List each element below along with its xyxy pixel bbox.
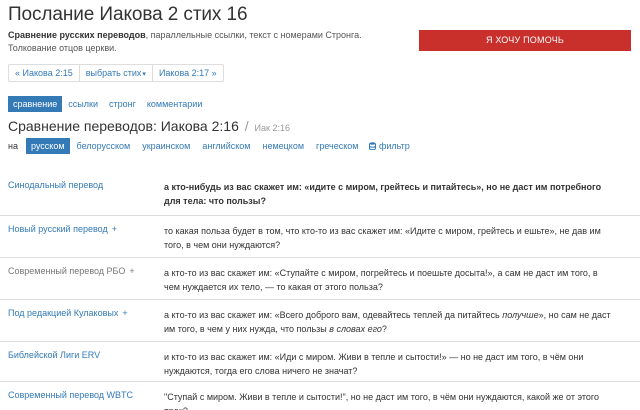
lang-german[interactable]: немецком bbox=[257, 138, 309, 154]
lang-belarusian[interactable]: белорусском bbox=[72, 138, 136, 154]
verse-pager: « Иакова 2:15 выбрать стих▾ Иакова 2:17 … bbox=[8, 64, 224, 82]
text-part: а кто-то из вас скажет им: «Всего доброг… bbox=[164, 310, 503, 320]
page-title: Послание Иакова 2 стих 16 bbox=[8, 4, 248, 25]
text-part: ? bbox=[381, 324, 387, 334]
select-verse-dropdown[interactable]: выбрать стих▾ bbox=[80, 65, 153, 81]
lang-greek[interactable]: греческом bbox=[311, 138, 363, 154]
view-tabs: сравнение ссылки стронг комментарии bbox=[8, 96, 207, 112]
translation-name: Новый русский перевод bbox=[8, 224, 108, 234]
tab-compare[interactable]: сравнение bbox=[8, 96, 63, 112]
next-verse-link[interactable]: Иакова 2:17 » bbox=[153, 65, 223, 81]
tab-links[interactable]: ссылки bbox=[63, 96, 103, 112]
filter-icon bbox=[369, 142, 377, 151]
subtitle-rest: , параллельные ссылки, текст с номерами … bbox=[145, 30, 362, 40]
help-button[interactable]: Я ХОЧУ ПОМОЧЬ bbox=[419, 30, 631, 51]
translation-row: Под редакцией Кулаковых + а кто-то из вас… bbox=[0, 300, 640, 342]
lang-russian[interactable]: русском bbox=[25, 138, 70, 154]
translation-name-wrap[interactable]: Современный перевод РБО + bbox=[8, 266, 135, 276]
translation-name-wrap[interactable]: Под редакцией Кулаковых + bbox=[8, 308, 128, 318]
translations-list: Синодальный перевод а кто-нибудь из вас … bbox=[0, 172, 640, 410]
lang-ukrainian[interactable]: украинском bbox=[137, 138, 195, 154]
language-label: на bbox=[8, 141, 18, 151]
section-heading: Сравнение переводов: Иакова 2:16 / Иак 2… bbox=[8, 118, 290, 134]
prev-verse-link[interactable]: « Иакова 2:15 bbox=[9, 65, 80, 81]
filter-label: фильтр bbox=[378, 141, 410, 151]
section-title-text: Сравнение переводов: Иакова 2:16 bbox=[8, 118, 239, 134]
translation-text: то какая польза будет в том, что кто-то … bbox=[164, 226, 601, 250]
translation-text: "Ступай с миром. Живи в тепле и сытости!… bbox=[164, 392, 600, 410]
expand-plus-icon[interactable]: + bbox=[129, 266, 134, 276]
translation-row: Современный перевод WBTC "Ступай с миром… bbox=[0, 382, 640, 410]
translation-row: Новый русский перевод + то какая польза б… bbox=[0, 216, 640, 258]
translation-text: а кто-то из вас скажет им: «Ступайте с м… bbox=[164, 268, 598, 292]
tab-comments[interactable]: комментарии bbox=[142, 96, 207, 112]
subtitle-line2: Толкование отцов церкви. bbox=[8, 43, 117, 53]
translation-name[interactable]: Синодальный перевод bbox=[8, 180, 103, 190]
text-italic: в словах его bbox=[329, 324, 382, 334]
translation-row: Синодальный перевод а кто-нибудь из вас … bbox=[0, 172, 640, 216]
translation-name: Под редакцией Кулаковых bbox=[8, 308, 119, 318]
translation-name-wrap[interactable]: Новый русский перевод + bbox=[8, 224, 117, 234]
translation-text: а кто-то из вас скажет им: «Всего доброг… bbox=[164, 308, 614, 336]
section-short-ref: Иак 2:16 bbox=[254, 123, 290, 133]
tab-strong[interactable]: стронг bbox=[104, 96, 141, 112]
lang-english[interactable]: английском bbox=[197, 138, 255, 154]
translation-name[interactable]: Современный перевод WBTC bbox=[8, 390, 133, 400]
text-italic: получше bbox=[502, 310, 539, 320]
subtitle-bold-link[interactable]: Сравнение русских переводов bbox=[8, 30, 146, 40]
select-verse-label: выбрать стих bbox=[85, 68, 142, 78]
translation-text: и кто-то из вас скажет им: «Иди с миром.… bbox=[164, 352, 584, 376]
chevron-down-icon: ▾ bbox=[142, 71, 146, 78]
expand-plus-icon[interactable]: + bbox=[122, 308, 127, 318]
translation-row: Библейской Лиги ERV и кто-то из вас скаж… bbox=[0, 342, 640, 382]
translation-text: а кто-нибудь из вас скажет им: «идите с … bbox=[164, 182, 602, 206]
expand-plus-icon[interactable]: + bbox=[112, 224, 117, 234]
translation-row: Современный перевод РБО + а кто-то из вас… bbox=[0, 258, 640, 300]
page-subtitle: Сравнение русских переводов, параллельны… bbox=[8, 29, 408, 55]
section-separator: / bbox=[244, 118, 249, 134]
translation-name: Современный перевод РБО bbox=[8, 266, 126, 276]
language-selector: на русском белорусском украинском англий… bbox=[8, 138, 410, 154]
translation-name[interactable]: Библейской Лиги ERV bbox=[8, 350, 100, 360]
filter-button[interactable]: фильтр bbox=[369, 141, 410, 151]
